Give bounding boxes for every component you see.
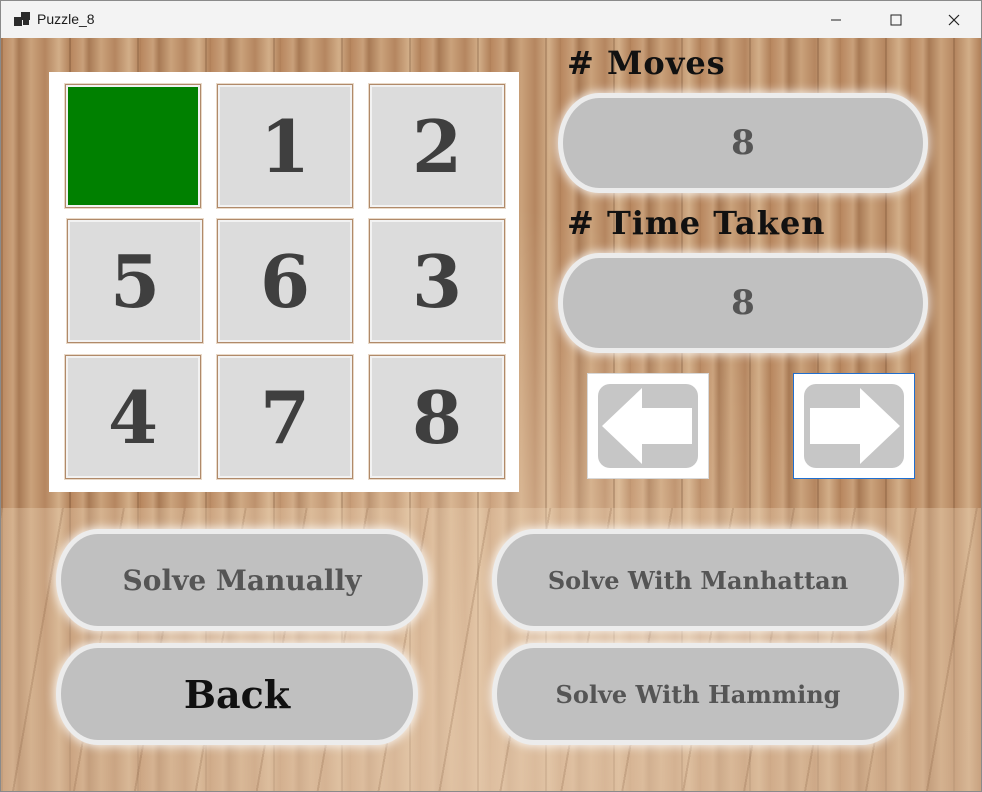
puzzle-tile[interactable]: 5 bbox=[67, 219, 203, 343]
maximize-button[interactable] bbox=[867, 1, 925, 38]
time-taken-counter: 8 bbox=[563, 258, 923, 348]
minimize-button[interactable] bbox=[807, 1, 865, 38]
close-icon bbox=[948, 14, 960, 25]
solve-manhattan-button[interactable]: Solve With Manhattan bbox=[497, 534, 899, 626]
puzzle-tile[interactable]: 3 bbox=[369, 219, 505, 343]
close-button[interactable] bbox=[925, 1, 981, 38]
title-bar[interactable]: Puzzle_8 bbox=[1, 1, 981, 38]
previous-button[interactable] bbox=[587, 373, 709, 479]
puzzle-tile[interactable]: 8 bbox=[369, 355, 505, 479]
app-window: Puzzle_8 1 2 5 6 3 4 7 8 # Moves 8 # Tim… bbox=[0, 0, 982, 792]
puzzle-board: 1 2 5 6 3 4 7 8 bbox=[49, 72, 519, 492]
next-button[interactable] bbox=[793, 373, 915, 479]
minimize-icon bbox=[831, 19, 841, 20]
time-taken-label: # Time Taken bbox=[567, 204, 826, 242]
arrow-left-icon bbox=[598, 384, 698, 468]
moves-label: # Moves bbox=[567, 44, 726, 82]
window-title: Puzzle_8 bbox=[37, 11, 95, 27]
maximize-icon bbox=[890, 14, 902, 25]
puzzle-tile[interactable]: 1 bbox=[217, 84, 353, 208]
puzzle-tile[interactable]: 2 bbox=[369, 84, 505, 208]
moves-counter: 8 bbox=[563, 98, 923, 188]
puzzle-tile-empty[interactable] bbox=[65, 84, 201, 208]
solve-manually-button[interactable]: Solve Manually bbox=[61, 534, 423, 626]
puzzle-tile[interactable]: 4 bbox=[65, 355, 201, 479]
arrow-right-icon bbox=[804, 384, 904, 468]
solve-hamming-button[interactable]: Solve With Hamming bbox=[497, 648, 899, 740]
puzzle-tile[interactable]: 7 bbox=[217, 355, 353, 479]
puzzle-tile[interactable]: 6 bbox=[217, 219, 353, 343]
window-stack-icon bbox=[14, 12, 30, 26]
back-button[interactable]: Back bbox=[61, 648, 413, 740]
client-area: 1 2 5 6 3 4 7 8 # Moves 8 # Time Taken 8… bbox=[1, 38, 981, 791]
